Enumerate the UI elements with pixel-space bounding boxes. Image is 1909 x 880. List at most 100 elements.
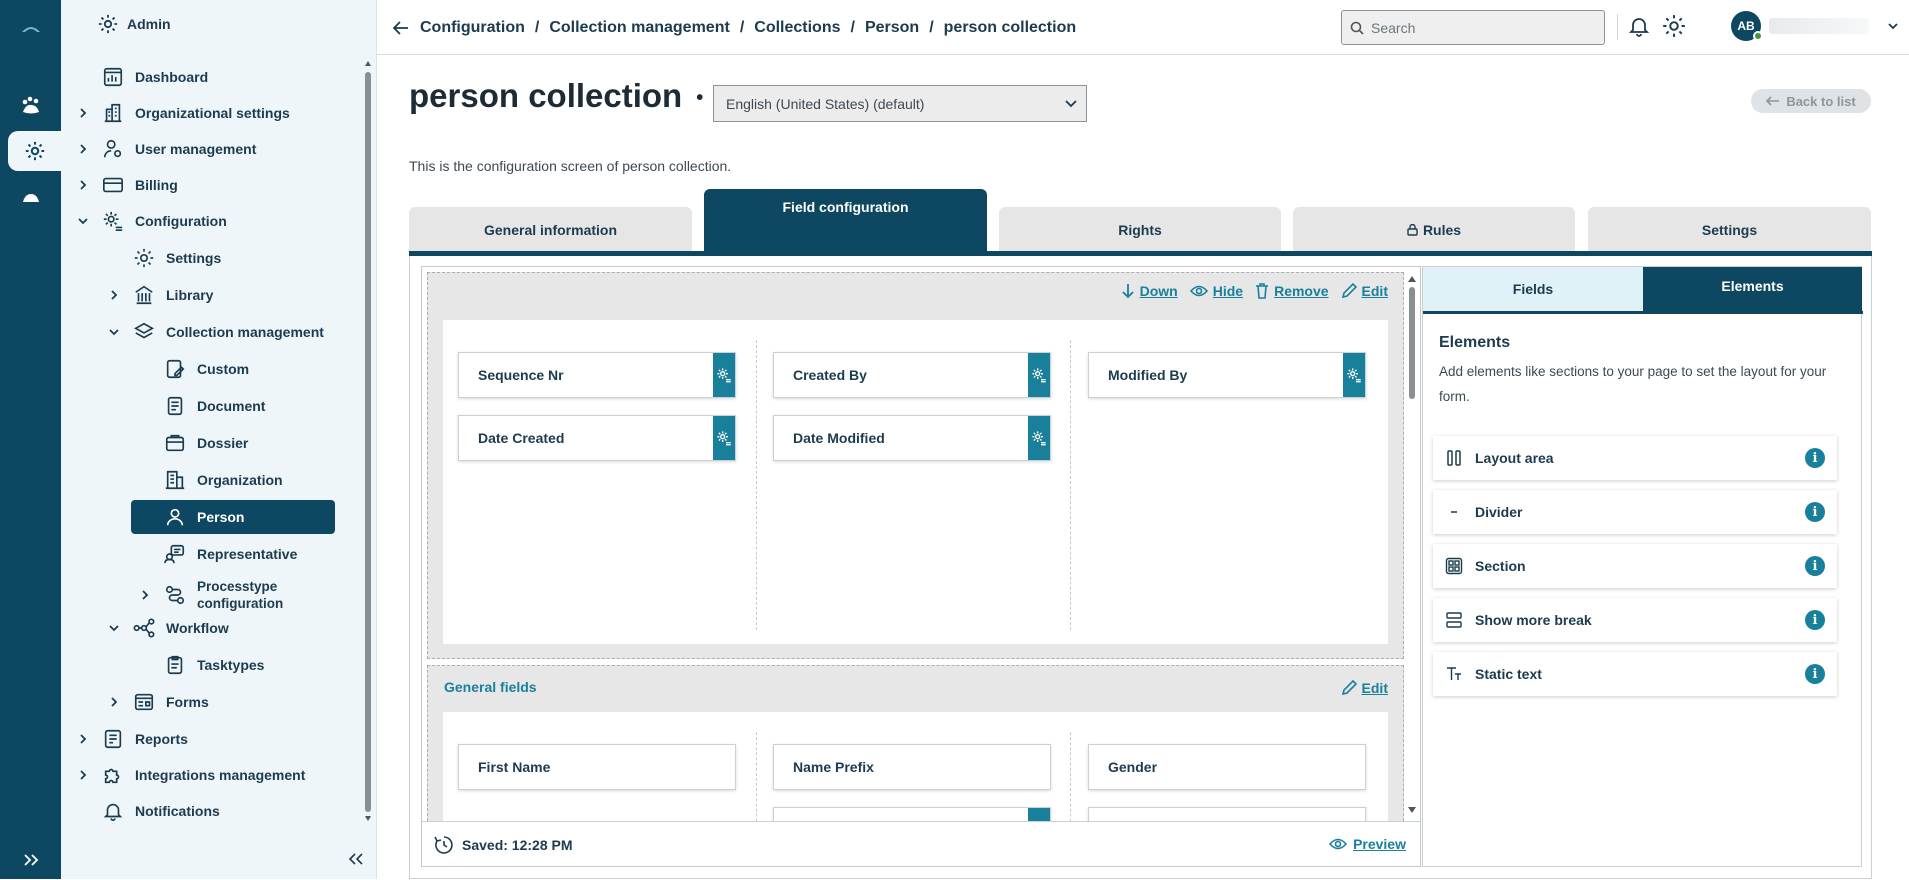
element-divider[interactable]: Divider i xyxy=(1433,490,1837,534)
chevron-right-icon[interactable] xyxy=(77,733,89,745)
breadcrumb-separator: / xyxy=(929,18,934,36)
element-section[interactable]: Section i xyxy=(1433,544,1837,588)
cloud-icon[interactable] xyxy=(0,177,61,217)
field-date-created[interactable]: Date Created xyxy=(458,415,736,461)
chevron-down-icon[interactable] xyxy=(77,215,89,227)
remove-button[interactable]: Remove xyxy=(1255,283,1329,299)
canvas-footer: Saved: 12:28 PM Preview xyxy=(422,821,1420,867)
sidebar-scroll-thumb[interactable] xyxy=(365,72,371,812)
arrow-left-icon[interactable] xyxy=(392,20,410,36)
admin-gear-icon[interactable] xyxy=(8,131,61,171)
breadcrumb-collection-management[interactable]: Collection management xyxy=(549,19,729,37)
section-body: First Name Name Prefix Gender xyxy=(443,712,1388,822)
sidebar-item-configuration[interactable]: Configuration xyxy=(78,204,227,238)
info-icon[interactable]: i xyxy=(1805,610,1825,630)
sidebar-item-reports[interactable]: Reports xyxy=(80,722,188,756)
search-input[interactable]: Search xyxy=(1341,10,1605,45)
chevron-right-icon[interactable] xyxy=(77,179,89,191)
field-partial[interactable] xyxy=(773,807,1051,822)
sidebar-item-person[interactable]: Person xyxy=(131,500,335,534)
form-section-general-fields[interactable]: General fields Edit First Name Name Pref… xyxy=(427,665,1404,822)
field-name-prefix[interactable]: Name Prefix xyxy=(773,744,1051,790)
info-icon[interactable]: i xyxy=(1805,448,1825,468)
chevron-down-icon[interactable] xyxy=(108,326,120,338)
chevron-right-icon[interactable] xyxy=(139,589,151,601)
field-partial[interactable] xyxy=(1088,807,1366,822)
field-modified-by[interactable]: Modified By xyxy=(1088,352,1366,398)
back-to-list-button[interactable]: Back to list xyxy=(1751,89,1871,113)
dashboard-icon xyxy=(103,67,123,87)
sidebar-item-workflow[interactable]: Workflow xyxy=(109,611,229,645)
top-bar: Configuration / Collection management / … xyxy=(377,0,1909,55)
field-first-name[interactable]: First Name xyxy=(458,744,736,790)
gear-list-icon xyxy=(1032,431,1046,446)
sidebar-item-dashboard[interactable]: Dashboard xyxy=(102,60,208,94)
info-icon[interactable]: i xyxy=(1805,664,1825,684)
field-settings-button[interactable] xyxy=(1343,353,1365,397)
breadcrumb-configuration[interactable]: Configuration xyxy=(420,19,525,37)
element-show-more-break[interactable]: Show more break i xyxy=(1433,598,1837,642)
chevron-right-icon[interactable] xyxy=(108,289,120,301)
sidebar-item-dossier[interactable]: Dossier xyxy=(164,426,248,460)
sidebar-item-library[interactable]: Library xyxy=(111,278,213,312)
element-static-text[interactable]: Static text i xyxy=(1433,652,1837,696)
field-settings-button[interactable] xyxy=(713,353,735,397)
field-created-by[interactable]: Created By xyxy=(773,352,1051,398)
sidebar-item-forms[interactable]: Forms xyxy=(111,685,209,719)
field-settings-button[interactable] xyxy=(1028,353,1050,397)
sidebar-item-billing[interactable]: Billing xyxy=(80,168,178,202)
hide-button[interactable]: Hide xyxy=(1189,283,1243,299)
chevron-right-icon[interactable] xyxy=(77,107,89,119)
chevron-right-icon[interactable] xyxy=(77,143,89,155)
chevron-right-icon[interactable] xyxy=(77,769,89,781)
sidebar-item-organizational-settings[interactable]: Organizational settings xyxy=(80,96,290,130)
field-date-modified[interactable]: Date Modified xyxy=(773,415,1051,461)
expand-rail-icon[interactable] xyxy=(0,840,61,880)
edit-button[interactable]: Edit xyxy=(1341,283,1388,299)
sidebar-item-tasktypes[interactable]: Tasktypes xyxy=(164,648,264,682)
tab-elements[interactable]: Elements xyxy=(1643,267,1862,311)
edit-button[interactable]: Edit xyxy=(1341,680,1388,696)
sidebar-item-organization[interactable]: Organization xyxy=(164,463,283,497)
field-settings-button[interactable] xyxy=(1028,416,1050,460)
canvas-scroll-thumb[interactable] xyxy=(1409,287,1415,399)
tab-general-information[interactable]: General information xyxy=(409,207,692,252)
tab-rules[interactable]: Rules xyxy=(1293,207,1575,252)
chevron-down-icon[interactable] xyxy=(108,622,120,634)
page-description: This is the configuration screen of pers… xyxy=(409,158,732,174)
breadcrumb-person[interactable]: Person xyxy=(865,19,919,37)
tab-fields[interactable]: Fields xyxy=(1423,267,1643,311)
form-section[interactable]: Down Hide Remove Edit Sequence Nr Create… xyxy=(427,272,1404,659)
sidebar-item-notifications[interactable]: Notifications xyxy=(102,794,220,828)
element-layout-area[interactable]: Layout area i xyxy=(1433,436,1837,480)
sidebar-item-custom[interactable]: Custom xyxy=(164,352,249,386)
tab-field-configuration[interactable]: Field configuration xyxy=(704,189,987,252)
bell-icon[interactable] xyxy=(1627,14,1651,38)
tab-settings[interactable]: Settings xyxy=(1588,207,1871,252)
breadcrumb-collections[interactable]: Collections xyxy=(754,19,840,37)
down-button[interactable]: Down xyxy=(1121,283,1178,299)
sidebar-item-representative[interactable]: Representative xyxy=(164,537,297,571)
info-icon[interactable]: i xyxy=(1805,556,1825,576)
field-settings-button[interactable] xyxy=(713,416,735,460)
breadcrumb-separator: / xyxy=(850,18,855,36)
preview-button[interactable]: Preview xyxy=(1329,836,1406,852)
field-settings-button[interactable] xyxy=(1028,808,1050,822)
paw-icon[interactable] xyxy=(0,86,61,126)
info-icon[interactable]: i xyxy=(1805,502,1825,522)
language-select[interactable]: English (United States) (default) xyxy=(713,85,1087,122)
chevron-down-icon[interactable] xyxy=(1887,21,1899,31)
sidebar-item-processtype-configuration[interactable]: Processtype configuration xyxy=(142,575,283,615)
sidebar-item-document[interactable]: Document xyxy=(164,389,265,423)
collapse-sidebar-icon[interactable] xyxy=(348,852,364,866)
chevron-right-icon[interactable] xyxy=(108,696,120,708)
logo-icon[interactable] xyxy=(0,8,61,48)
sidebar-item-user-management[interactable]: User management xyxy=(80,132,256,166)
sidebar-item-settings[interactable]: Settings xyxy=(133,241,221,275)
sidebar-item-collection-management[interactable]: Collection management xyxy=(109,315,324,349)
field-gender[interactable]: Gender xyxy=(1088,744,1366,790)
sidebar-item-integrations-management[interactable]: Integrations management xyxy=(80,758,305,792)
field-sequence-nr[interactable]: Sequence Nr xyxy=(458,352,736,398)
settings-gear-icon[interactable] xyxy=(1661,13,1687,39)
tab-rights[interactable]: Rights xyxy=(999,207,1281,252)
